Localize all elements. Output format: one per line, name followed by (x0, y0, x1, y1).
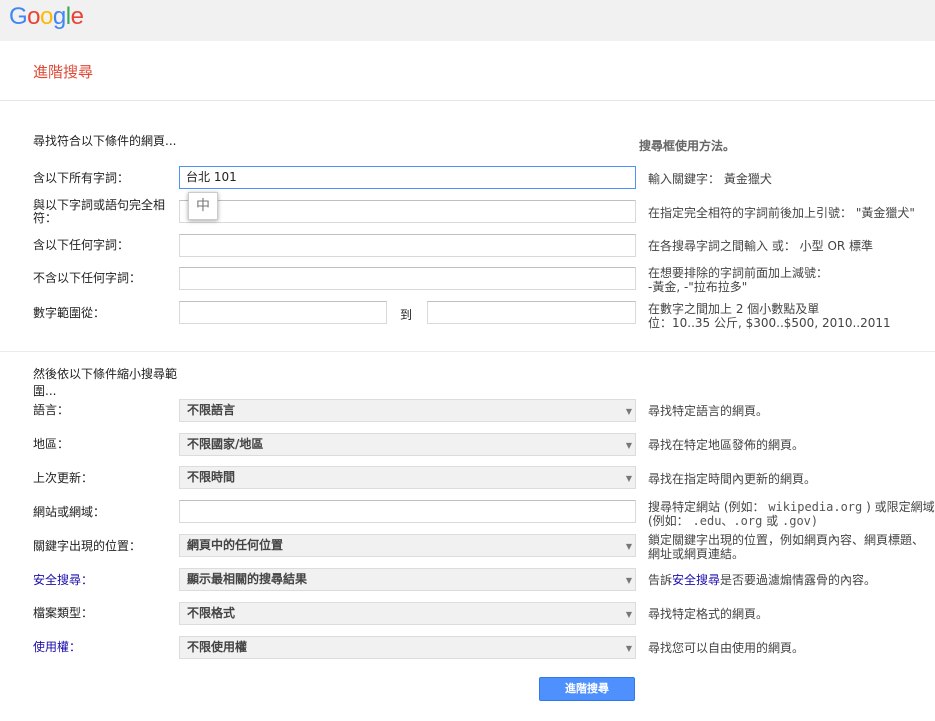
any-words-label: 含以下任何字詞： (33, 238, 130, 252)
region-select[interactable]: 不限國家/地區 ▼ (179, 433, 636, 456)
dropdown-arrow-icon: ▼ (625, 441, 632, 450)
site-hint-text: ) 或限定網域 (866, 500, 935, 514)
site-hint-example: .edu、.org (692, 514, 763, 528)
last-update-select[interactable]: 不限時間 ▼ (179, 466, 636, 489)
site-domain-input[interactable] (179, 500, 636, 523)
region-hint: 尋找在特定地區發佈的網頁。 (648, 438, 805, 452)
top-bar: Google (0, 0, 935, 41)
region-label: 地區： (33, 437, 70, 451)
site-hint-example: .gov) (782, 514, 819, 528)
terms-appearing-label: 關鍵字出現的位置： (33, 539, 142, 553)
dropdown-arrow-icon: ▼ (625, 474, 632, 483)
safesearch-select-value: 顯示最相關的搜尋結果 (187, 572, 308, 586)
number-range-hint-line2: 位：10..35 公斤, $300..$500, 2010..2011 (648, 316, 891, 330)
find-section-heading: 尋找符合以下條件的網頁... (33, 134, 177, 148)
title-bar: 進階搜尋 (0, 41, 935, 101)
number-range-hint-line1: 在數字之間加上 2 個小數點及單 (648, 302, 820, 316)
site-hint-example: wikipedia.org (768, 500, 863, 514)
terms-appearing-select[interactable]: 網頁中的任何位置 ▼ (179, 534, 636, 557)
site-hint-text: (例如： (648, 514, 689, 528)
site-hint-text: 搜尋特定網站 (例如： (648, 500, 765, 514)
terms-appearing-hint: 鎖定關鍵字出現的位置，例如網頁內容、網頁標題、網址或網頁連結。 (648, 533, 925, 561)
narrow-section-heading: 然後依以下條件縮小搜尋範圍... (33, 367, 178, 398)
safesearch-hint-text: 告訴 (648, 573, 673, 587)
none-words-hint-line2: -黃金, -"拉布拉多" (648, 280, 748, 294)
google-logo[interactable]: Google (9, 3, 84, 31)
dropdown-arrow-icon: ▼ (625, 576, 632, 585)
any-words-input[interactable] (179, 234, 636, 257)
help-heading[interactable]: 搜尋框使用方法。 (639, 137, 735, 154)
safesearch-label[interactable]: 安全搜尋： (33, 574, 173, 587)
language-label: 語言： (33, 403, 70, 417)
last-update-hint: 尋找在指定時間內更新的網頁。 (648, 472, 817, 486)
none-words-label: 不含以下任何字詞： (33, 271, 142, 285)
dropdown-arrow-icon: ▼ (625, 407, 632, 416)
ime-candidate-popup[interactable]: 中 (188, 192, 218, 220)
region-select-value: 不限國家/地區 (187, 437, 264, 451)
dropdown-arrow-icon: ▼ (625, 644, 632, 653)
last-update-select-value: 不限時間 (187, 470, 236, 484)
language-select-value: 不限語言 (187, 403, 236, 417)
number-range-hint: 在數字之間加上 2 個小數點及單 位：10..35 公斤, $300..$500… (648, 302, 935, 330)
terms-appearing-select-value: 網頁中的任何位置 (187, 538, 284, 552)
exact-phrase-label: 與以下字詞或語句完全相符： (33, 198, 166, 225)
none-words-hint: 在想要排除的字詞前面加上減號： -黃金, -"拉布拉多" (648, 266, 935, 294)
all-words-label: 含以下所有字詞： (33, 171, 130, 185)
last-update-label: 上次更新： (33, 471, 94, 485)
file-type-label: 檔案類型： (33, 606, 94, 620)
number-range-label: 數字範圍從： (33, 306, 106, 320)
page-title: 進階搜尋 (33, 63, 94, 81)
number-range-from-input[interactable] (179, 301, 387, 324)
safesearch-hint-text: 是否要過濾煽情露骨的內容。 (720, 573, 877, 587)
advanced-search-button[interactable]: 進階搜尋 (539, 677, 635, 701)
site-domain-label: 網站或網域： (33, 505, 106, 519)
usage-rights-select[interactable]: 不限使用權 ▼ (179, 636, 636, 659)
language-hint: 尋找特定語言的網頁。 (648, 404, 769, 418)
safesearch-select[interactable]: 顯示最相關的搜尋結果 ▼ (179, 568, 636, 591)
all-words-hint: 輸入關鍵字： 黃金獵犬 (648, 172, 772, 186)
dropdown-arrow-icon: ▼ (625, 610, 632, 619)
section-divider (0, 351, 935, 352)
file-type-select-value: 不限格式 (187, 606, 236, 620)
all-words-input[interactable]: 台北 101 (179, 166, 636, 189)
usage-rights-select-value: 不限使用權 (187, 640, 248, 654)
file-type-select[interactable]: 不限格式 ▼ (179, 602, 636, 625)
site-domain-hint: 搜尋特定網站 (例如： wikipedia.org ) 或限定網域 (例如： .… (648, 500, 935, 528)
dropdown-arrow-icon: ▼ (625, 542, 632, 551)
language-select[interactable]: 不限語言 ▼ (179, 399, 636, 422)
usage-rights-label[interactable]: 使用權： (33, 641, 173, 654)
usage-rights-hint: 尋找您可以自由使用的網頁。 (648, 641, 805, 655)
number-range-to-label: 到 (400, 308, 413, 322)
site-hint-text: 或 (766, 514, 779, 528)
file-type-hint: 尋找特定格式的網頁。 (648, 607, 769, 621)
safesearch-hint: 告訴安全搜尋是否要過濾煽情露骨的內容。 (648, 573, 935, 587)
exact-phrase-input[interactable] (179, 200, 636, 223)
exact-phrase-hint: 在指定完全相符的字詞前後加上引號： "黃金獵犬" (648, 206, 915, 220)
safesearch-hint-link[interactable]: 安全搜尋 (672, 573, 720, 587)
number-range-to-input[interactable] (427, 301, 636, 324)
any-words-hint: 在各搜尋字詞之間輸入 或： 小型 OR 標準 (648, 239, 874, 253)
none-words-hint-line1: 在想要排除的字詞前面加上減號： (648, 266, 829, 280)
none-words-input[interactable] (179, 267, 636, 290)
